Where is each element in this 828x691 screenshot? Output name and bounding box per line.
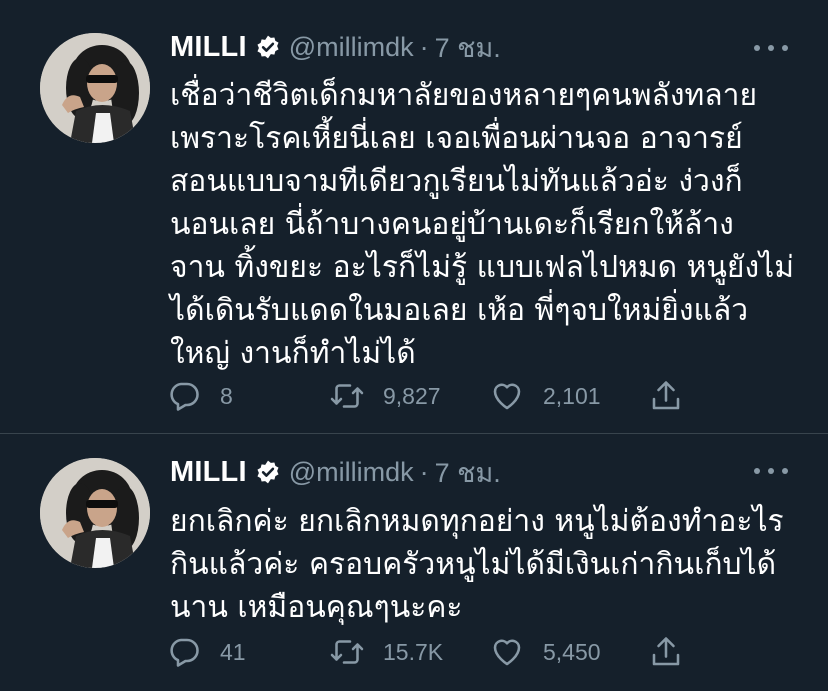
display-name[interactable]: MILLI	[170, 31, 247, 64]
display-name[interactable]: MILLI	[170, 456, 247, 489]
reply-icon	[170, 638, 199, 667]
reply-count: 8	[220, 382, 233, 409]
share-button[interactable]	[648, 376, 684, 416]
reply-button[interactable]: 41	[166, 632, 246, 672]
retweet-button[interactable]: 15.7K	[329, 632, 443, 672]
separator-dot: ·	[419, 31, 429, 62]
like-icon	[493, 383, 521, 410]
tweet-header: MILLI @millimdk · 7 ชม.	[170, 452, 501, 492]
verified-badge-icon	[255, 34, 281, 60]
like-count: 2,101	[543, 382, 601, 409]
handle[interactable]: @millimdk	[289, 457, 414, 488]
timestamp[interactable]: 7 ชม.	[435, 451, 501, 494]
reply-button[interactable]: 8	[166, 376, 233, 416]
tweet-actions: 41 15.7K 5,450	[166, 632, 696, 672]
tweet-text: ยกเลิกค่ะ ยกเลิกหมดทุกอย่าง หนูไม่ต้องทำ…	[170, 504, 784, 625]
retweet-icon	[330, 640, 364, 664]
like-button[interactable]: 2,101	[489, 376, 601, 416]
share-icon	[652, 381, 680, 410]
more-dots-icon[interactable]	[754, 33, 788, 63]
more-dots-icon[interactable]	[754, 456, 788, 486]
like-button[interactable]: 5,450	[489, 632, 601, 672]
tweet-actions: 8 9,827 2,101	[166, 376, 696, 416]
like-icon	[493, 639, 521, 666]
avatar[interactable]	[40, 458, 150, 568]
verified-badge-icon	[255, 459, 281, 485]
retweet-button[interactable]: 9,827	[329, 376, 441, 416]
reply-count: 41	[220, 638, 246, 665]
tweet-header: MILLI @millimdk · 7 ชม.	[170, 27, 501, 67]
retweet-count: 9,827	[383, 382, 441, 409]
retweet-count: 15.7K	[383, 638, 444, 665]
tweet-text: เชื่อว่าชีวิตเด็กมหาลัยของหลายๆคนพลังทลา…	[170, 78, 795, 371]
share-button[interactable]	[648, 632, 684, 672]
reply-icon	[170, 382, 199, 411]
retweet-icon	[330, 384, 364, 408]
tweet-1[interactable]: MILLI @millimdk · 7 ชม. เชื่อว่าชีวิตเด็…	[0, 0, 828, 433]
separator-dot: ·	[419, 456, 429, 487]
share-icon	[652, 637, 680, 666]
avatar[interactable]	[40, 33, 150, 143]
timestamp[interactable]: 7 ชม.	[435, 26, 501, 69]
tweet-2[interactable]: MILLI @millimdk · 7 ชม. ยกเลิกค่ะ ยกเลิก…	[0, 434, 828, 691]
like-count: 5,450	[543, 638, 601, 665]
handle[interactable]: @millimdk	[289, 32, 414, 63]
